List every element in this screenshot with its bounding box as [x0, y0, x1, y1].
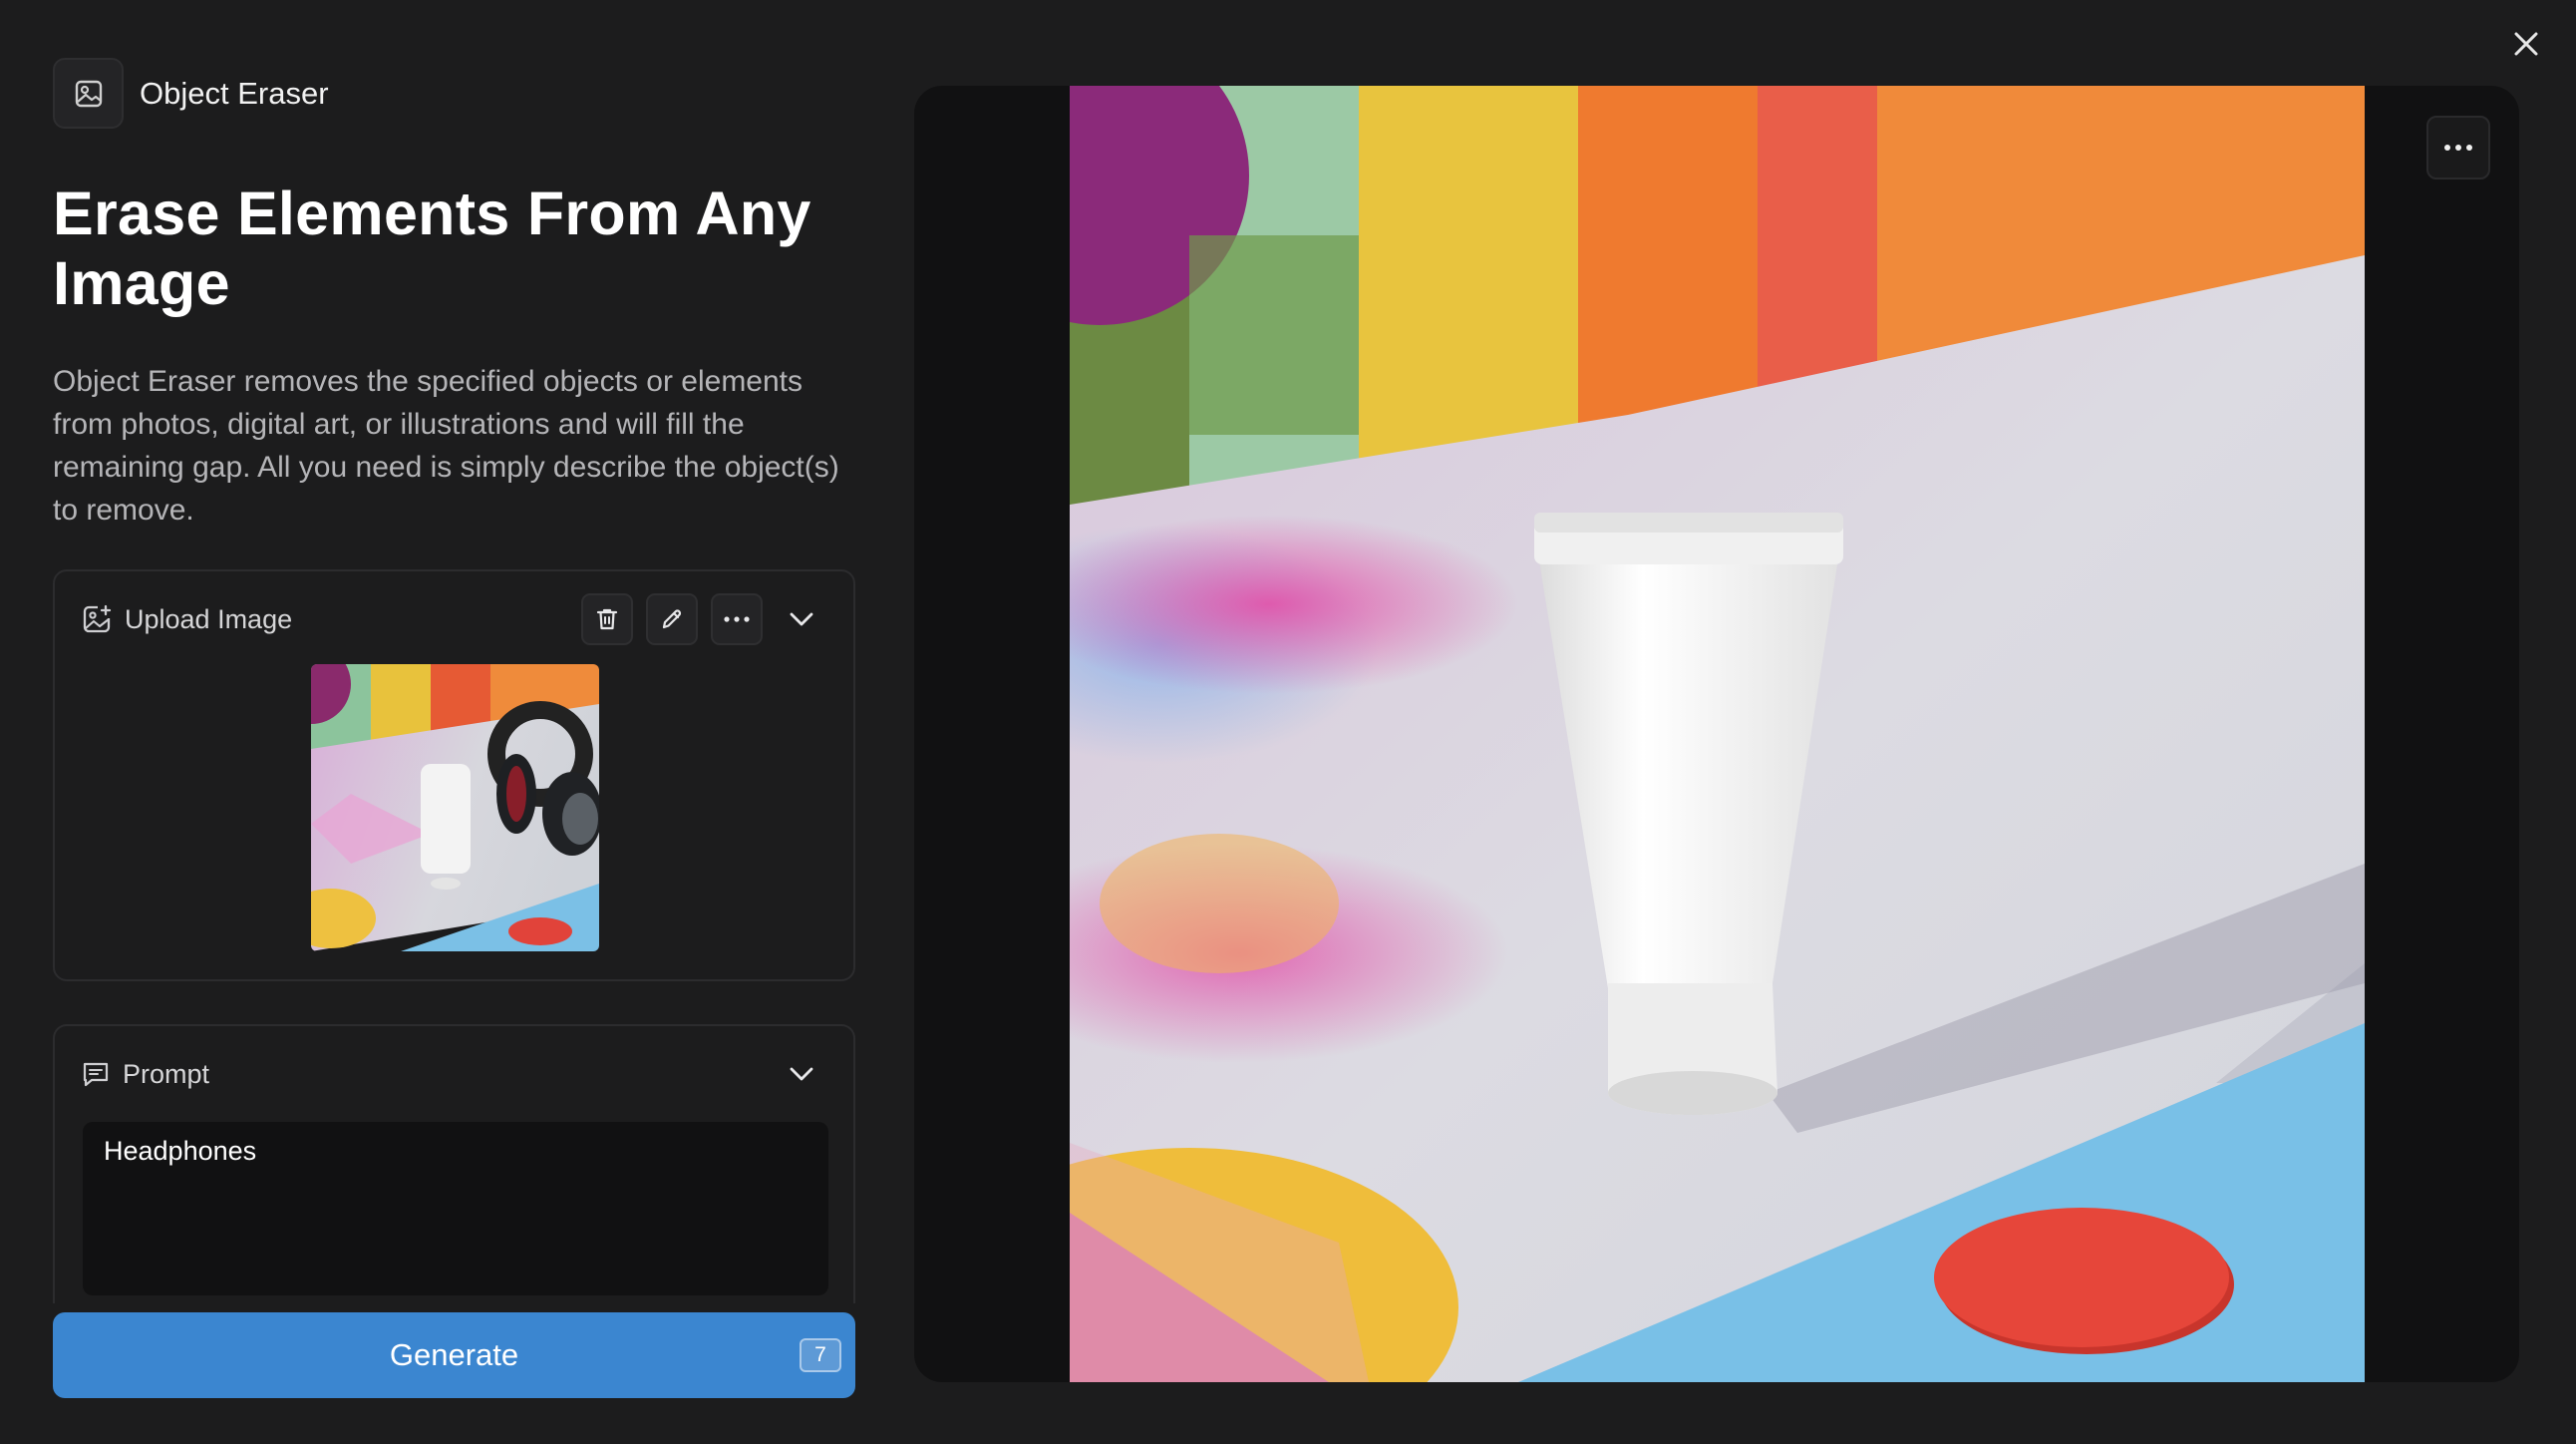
more-horizontal-icon: [724, 616, 750, 622]
result-image: [920, 86, 2365, 1382]
upload-card-actions: [581, 593, 827, 645]
chevron-down-icon: [790, 1067, 813, 1081]
prompt-card: Prompt Headphones: [53, 1024, 855, 1303]
more-options-button[interactable]: [711, 593, 763, 645]
prompt-input[interactable]: Headphones: [83, 1122, 828, 1295]
left-panel: Object Eraser Erase Elements From Any Im…: [53, 58, 855, 532]
app-icon-box: [53, 58, 124, 129]
uploaded-image-thumbnail[interactable]: [311, 664, 599, 951]
collapse-upload-button[interactable]: [776, 593, 827, 645]
page-description: Object Eraser removes the specified obje…: [53, 365, 839, 527]
prompt-card-title: Prompt: [123, 1058, 210, 1089]
image-add-icon: [83, 604, 112, 633]
generate-button[interactable]: Generate 7: [53, 1312, 855, 1398]
message-icon: [83, 1062, 109, 1087]
upload-card-header: Upload Image: [81, 593, 827, 645]
image-icon: [75, 80, 102, 107]
prompt-card-actions: [776, 1048, 827, 1100]
trash-icon: [596, 608, 618, 630]
prompt-card-header: Prompt: [81, 1048, 827, 1100]
preview-more-button[interactable]: [2426, 116, 2490, 180]
upload-image-card: Upload Image: [53, 569, 855, 981]
app-header: Object Eraser: [53, 58, 855, 129]
upload-card-title: Upload Image: [125, 603, 293, 634]
chevron-down-icon: [790, 612, 813, 626]
credits-badge: 7: [800, 1338, 841, 1372]
pencil-icon: [662, 609, 682, 629]
image-preview-panel: [914, 86, 2519, 1382]
generate-label: Generate: [389, 1337, 519, 1372]
app-name: Object Eraser: [140, 75, 329, 111]
more-horizontal-icon: [2444, 145, 2472, 151]
close-button[interactable]: [2504, 22, 2548, 66]
edit-image-button[interactable]: [646, 593, 698, 645]
delete-image-button[interactable]: [581, 593, 633, 645]
collapse-prompt-button[interactable]: [776, 1048, 827, 1100]
object-eraser-modal: Object Eraser Erase Elements From Any Im…: [0, 0, 2576, 1444]
close-icon: [2514, 32, 2538, 56]
page-title: Erase Elements From Any Image: [53, 180, 811, 317]
